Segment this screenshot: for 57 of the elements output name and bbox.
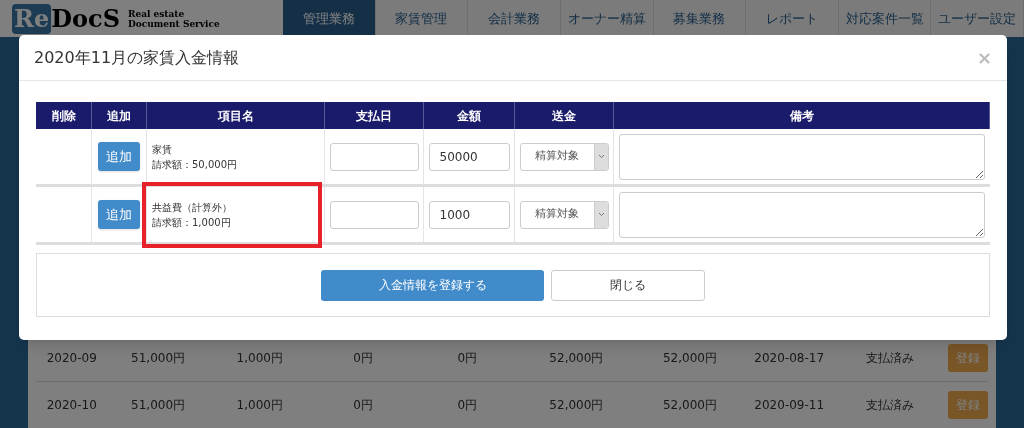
payment-date-field[interactable] — [329, 142, 419, 171]
register-payment-button[interactable]: 入金情報を登録する — [321, 269, 544, 301]
column-header: 削除 — [36, 102, 92, 129]
column-header: 支払日 — [325, 102, 424, 129]
column-header: 備考 — [614, 102, 990, 129]
table-cell-text: 2020-08-17 — [753, 350, 826, 367]
item-name: 家賃 — [152, 142, 173, 157]
table-cell-text: 52,000円 — [548, 397, 605, 414]
item-name: 共益費（計算外） — [152, 200, 233, 215]
nav-tab[interactable]: 家賃管理 — [375, 0, 469, 37]
modal-title: 2020年11月の家賃入金情報 — [34, 46, 240, 69]
nav-tab[interactable]: 募集業務 — [653, 0, 747, 37]
payment-date-field[interactable] — [329, 200, 419, 229]
nav-tab[interactable]: オーナー精算 — [560, 0, 654, 37]
table-cell-text: 0円 — [352, 397, 374, 414]
table-cell-text: 51,000円 — [130, 350, 187, 367]
column-header: 金額 — [424, 102, 515, 129]
close-dialog-button[interactable]: 閉じる — [551, 269, 705, 301]
logo: ReDocS — [12, 3, 120, 34]
column-header: 追加 — [92, 102, 147, 129]
table-cell-text: 52,000円 — [662, 350, 718, 367]
table-cell-text: 52,000円 — [548, 350, 605, 367]
logo-tagline: Document Service — [128, 18, 220, 29]
column-header: 項目名 — [147, 102, 325, 129]
column-header: 送金 — [515, 102, 614, 129]
table-cell-text: 52,000円 — [662, 397, 718, 414]
note-field[interactable] — [619, 191, 985, 238]
table-cell-text: 2020-09 — [45, 350, 98, 367]
remit-select[interactable]: 精算対象 — [519, 200, 609, 229]
chevron-down-icon — [597, 154, 605, 159]
nav-tab[interactable]: 会計業務 — [468, 0, 561, 37]
table-cell-text: 1,000円 — [235, 397, 284, 414]
billed-amount: 請求額：50,000円 — [152, 157, 238, 172]
table-cell-text: 0円 — [456, 350, 478, 367]
table-cell-text: 0円 — [352, 350, 374, 367]
close-button[interactable]: × — [976, 48, 992, 67]
add-button[interactable]: 追加 — [98, 141, 140, 172]
table-cell-text: 支払済み — [864, 397, 915, 414]
nav-tab[interactable]: 管理業務 — [283, 0, 376, 37]
logo-tagline: Real estate — [128, 8, 186, 19]
table-cell-text: 2020-09-11 — [753, 397, 826, 414]
register-button[interactable]: 登録 — [948, 391, 988, 419]
add-button[interactable]: 追加 — [98, 199, 140, 230]
register-button[interactable]: 登録 — [948, 344, 988, 372]
nav-tab[interactable]: ユーザー設定 — [931, 0, 1024, 37]
note-field[interactable] — [619, 133, 985, 180]
amount-field[interactable]: 1000 — [428, 200, 510, 229]
table-cell-text: 0円 — [456, 397, 478, 414]
chevron-down-icon — [597, 212, 605, 217]
table-cell-text: 51,000円 — [130, 397, 187, 414]
amount-field[interactable]: 50000 — [428, 142, 510, 171]
nav-tab[interactable]: レポート — [746, 0, 839, 37]
table-cell-text: 1,000円 — [235, 350, 284, 367]
remit-select[interactable]: 精算対象 — [519, 142, 609, 171]
billed-amount: 請求額：1,000円 — [152, 215, 232, 230]
table-cell-text: 2020-10 — [45, 397, 98, 414]
table-cell-text: 支払済み — [864, 350, 915, 367]
